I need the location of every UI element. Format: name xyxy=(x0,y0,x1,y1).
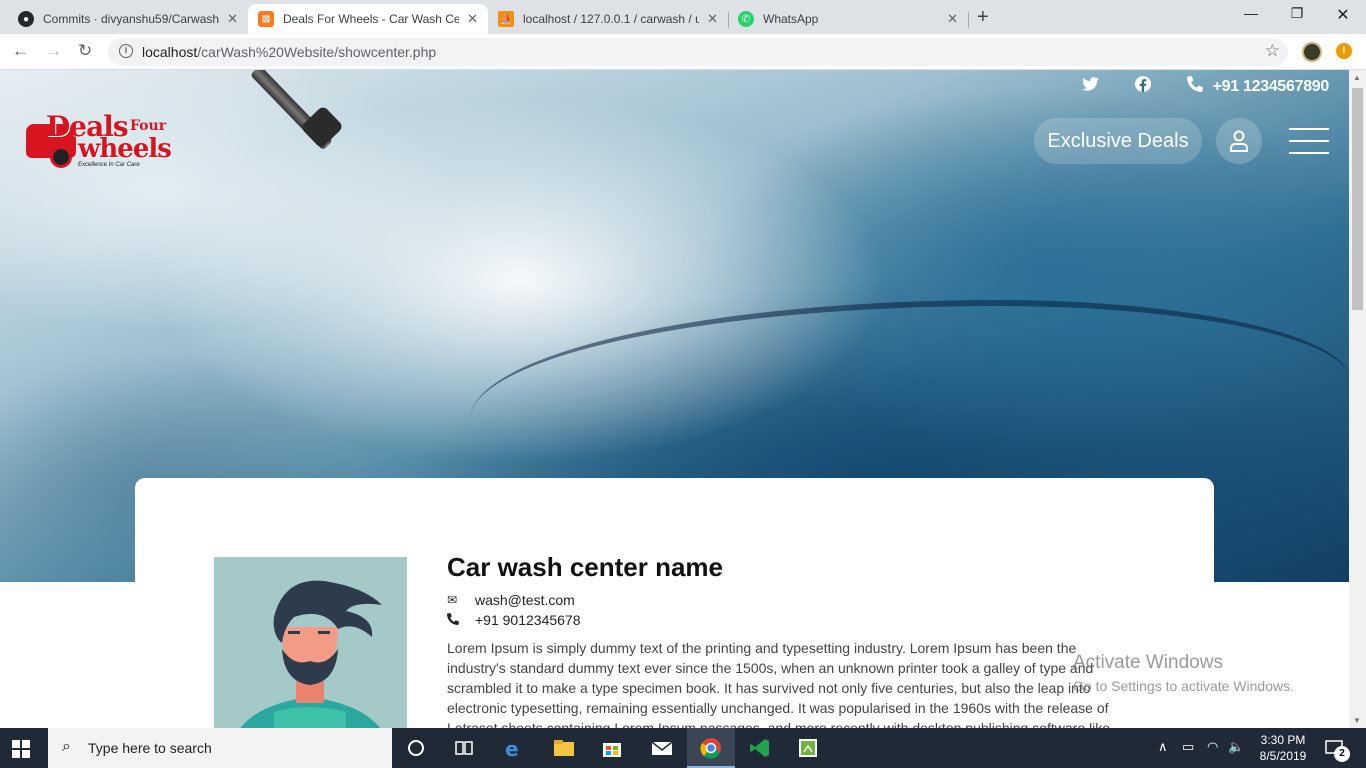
windows-start-icon[interactable] xyxy=(12,740,30,763)
phpmyadmin-icon: ⛵ xyxy=(498,11,514,27)
back-arrow-icon[interactable]: ← xyxy=(12,41,29,61)
envelope-icon: ✉ xyxy=(447,593,458,607)
center-email-row: ✉ wash@test.com xyxy=(447,592,575,608)
site-logo[interactable]: Deals Four wheels Excellence In Car Care xyxy=(26,108,178,174)
forward-arrow-icon[interactable]: → xyxy=(45,41,62,61)
xampp-icon: ⊠ xyxy=(258,11,274,27)
tab-close-icon[interactable]: ✕ xyxy=(707,11,718,27)
twitter-icon[interactable] xyxy=(1081,77,1099,96)
user-account-button[interactable] xyxy=(1216,118,1262,164)
profile-avatar[interactable] xyxy=(1302,42,1322,62)
window-close-button[interactable]: ✕ xyxy=(1320,5,1366,25)
page-scrollbar[interactable]: ▲ ▼ xyxy=(1349,70,1366,728)
tab-phpmyadmin[interactable]: ⛵ localhost / 127.0.0.1 / carwash / u ✕ xyxy=(488,4,729,34)
tray-expand-icon[interactable]: ∧ xyxy=(1158,739,1168,755)
user-icon xyxy=(1230,130,1248,152)
task-view-icon[interactable] xyxy=(452,736,476,760)
minimize-button[interactable]: — xyxy=(1228,5,1274,21)
site-info-icon[interactable]: i xyxy=(119,44,133,58)
search-icon: ⌕ xyxy=(62,738,71,755)
center-phone-row: +91 9012345678 xyxy=(447,612,581,628)
center-phone[interactable]: +91 9012345678 xyxy=(475,612,581,628)
url-text[interactable]: localhost/carWash%20Website/showcenter.p… xyxy=(142,44,436,60)
menu-hamburger-icon[interactable] xyxy=(1289,128,1329,164)
sticky-notes-icon[interactable] xyxy=(796,736,820,760)
store-icon[interactable] xyxy=(600,736,624,760)
tab-deals-for-wheels[interactable]: ⊠ Deals For Wheels - Car Wash Cen ✕ xyxy=(248,4,488,34)
center-avatar-image xyxy=(214,557,407,728)
facebook-icon[interactable] xyxy=(1134,76,1151,97)
svg-text:e: e xyxy=(505,737,519,760)
edge-icon[interactable]: e xyxy=(502,736,526,761)
tab-close-icon[interactable]: ✕ xyxy=(227,11,238,27)
page-viewport: Deals Four wheels Excellence In Car Care… xyxy=(0,70,1349,728)
center-email[interactable]: wash@test.com xyxy=(475,592,575,608)
bookmark-star-icon[interactable]: ☆ xyxy=(1265,41,1280,61)
scroll-down-icon[interactable]: ▼ xyxy=(1353,716,1361,725)
update-alert-icon[interactable]: ! xyxy=(1336,43,1352,59)
center-details-card: Car wash center name ✉ wash@test.com +91… xyxy=(135,478,1214,728)
taskbar-clock[interactable]: 3:30 PM 8/5/2019 xyxy=(1255,732,1311,764)
taskbar-search-box[interactable]: ⌕ Type here to search xyxy=(48,728,392,768)
tab-close-icon[interactable]: ✕ xyxy=(467,11,478,27)
mail-icon[interactable] xyxy=(650,736,674,760)
address-bar[interactable]: i localhost/carWash%20Website/showcenter… xyxy=(108,38,1288,66)
scrollbar-thumb[interactable] xyxy=(1352,88,1363,310)
battery-icon[interactable]: ▭ xyxy=(1182,739,1194,755)
tab-whatsapp[interactable]: ✆ WhatsApp ✕ xyxy=(728,4,969,34)
reload-icon[interactable]: ↻ xyxy=(78,41,92,61)
windows-taskbar: ⌕ Type here to search e ∧ ▭ ◠ 🔈 3:30 PM … xyxy=(0,728,1366,768)
new-tab-button[interactable]: + xyxy=(977,6,989,29)
center-description: Lorem Ipsum is simply dummy text of the … xyxy=(447,640,1111,728)
tab-close-icon[interactable]: ✕ xyxy=(947,11,958,27)
tab-github-commits[interactable]: ● Commits · divyanshu59/Carwash\ ✕ xyxy=(8,4,249,34)
file-explorer-icon[interactable] xyxy=(552,736,576,760)
cortana-icon[interactable] xyxy=(404,736,428,760)
whatsapp-icon: ✆ xyxy=(738,11,754,27)
wifi-icon[interactable]: ◠ xyxy=(1207,739,1218,755)
maximize-button[interactable]: ❐ xyxy=(1274,5,1320,22)
exclusive-deals-button[interactable]: Exclusive Deals xyxy=(1034,118,1202,164)
github-icon: ● xyxy=(18,11,34,27)
vscode-icon[interactable] xyxy=(748,736,772,760)
scroll-up-icon[interactable]: ▲ xyxy=(1353,73,1361,82)
chrome-icon[interactable] xyxy=(699,736,723,760)
action-center-icon[interactable]: 2 xyxy=(1324,738,1350,763)
top-contact-bar: +91 1234567890 xyxy=(1046,75,1330,97)
top-phone-number[interactable]: +91 1234567890 xyxy=(1213,78,1330,96)
volume-icon[interactable]: 🔈 xyxy=(1228,739,1244,755)
phone-icon xyxy=(1186,75,1203,97)
phone-icon xyxy=(447,612,475,628)
center-name: Car wash center name xyxy=(447,552,724,582)
activate-windows-watermark: Activate Windows Go to Settings to activ… xyxy=(1073,652,1294,694)
browser-toolbar: ← → ↻ i localhost/carWash%20Website/show… xyxy=(0,34,1366,70)
browser-tab-strip: ● Commits · divyanshu59/Carwash\ ✕ ⊠ Dea… xyxy=(0,0,1366,34)
